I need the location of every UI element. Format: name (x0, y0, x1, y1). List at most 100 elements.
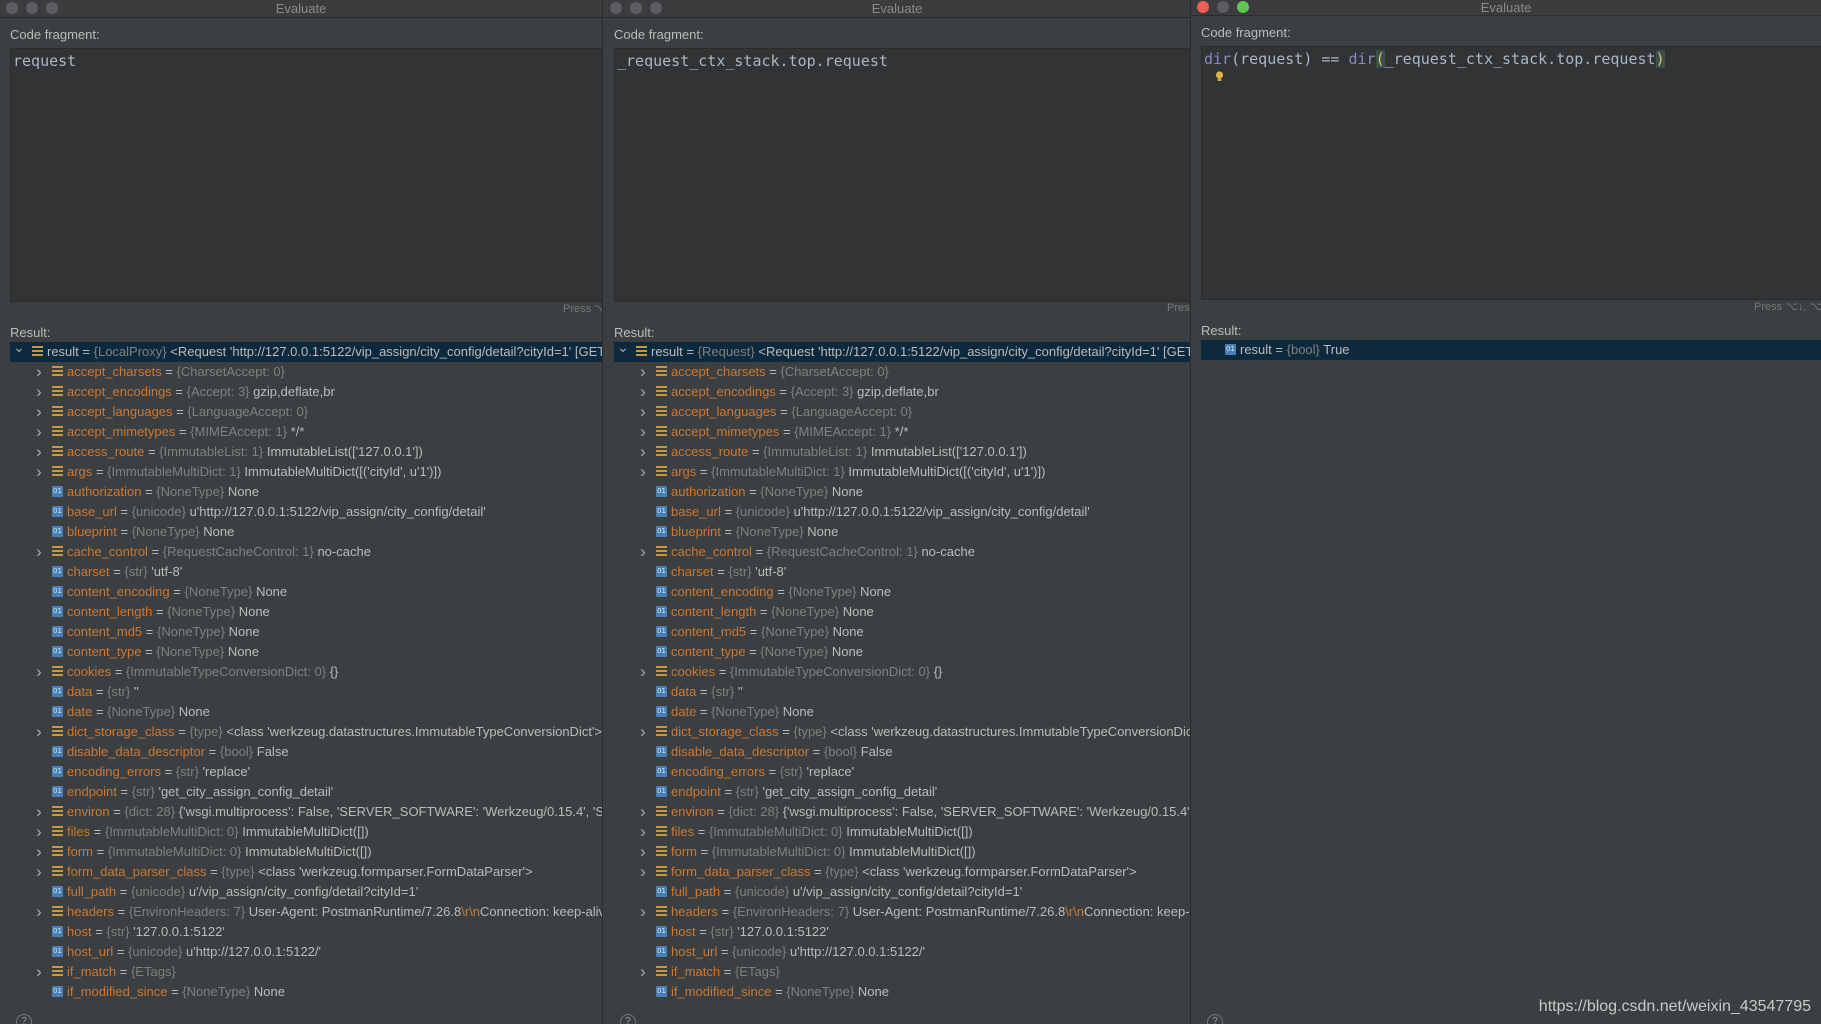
chevron-right-icon[interactable]: › (636, 862, 650, 882)
tree-row[interactable]: › form_data_parser_class = {type} <class … (10, 862, 602, 882)
chevron-right-icon[interactable]: › (32, 722, 46, 742)
chevron-right-icon[interactable]: › (32, 542, 46, 562)
tree-row[interactable]: 01 encoding_errors = {str} 'replace' (614, 762, 1190, 782)
tree-row[interactable]: 01 content_encoding = {NoneType} None (614, 582, 1190, 602)
tree-row[interactable]: 01 if_modified_since = {NoneType} None (614, 982, 1190, 1002)
tree-row[interactable]: 01 data = {str} '' (614, 682, 1190, 702)
help-icon[interactable]: ? (1207, 1014, 1223, 1024)
chevron-right-icon[interactable]: › (32, 822, 46, 842)
chevron-right-icon[interactable]: › (636, 542, 650, 562)
tree-row[interactable]: 01 host_url = {unicode} u'http://127.0.0.… (10, 942, 602, 962)
tree-row[interactable]: › headers = {EnvironHeaders: 7} User-Agen… (10, 902, 602, 922)
tree-row[interactable]: 01 content_length = {NoneType} None (10, 602, 602, 622)
tree-row[interactable]: › accept_languages = {LanguageAccept: 0} (10, 402, 602, 422)
chevron-right-icon[interactable]: › (636, 462, 650, 482)
tree-row[interactable]: › accept_charsets = {CharsetAccept: 0} (614, 362, 1190, 382)
tree-row[interactable]: › accept_encodings = {Accept: 3} gzip,def… (10, 382, 602, 402)
tree-row[interactable]: 01 content_md5 = {NoneType} None (10, 622, 602, 642)
tree-row[interactable]: › files = {ImmutableMultiDict: 0} Immutab… (10, 822, 602, 842)
result-tree[interactable]: ⌄ result = {LocalProxy} <Request 'http://… (10, 342, 602, 1002)
result-root-row[interactable]: ⌄ result = {Request} <Request 'http://127… (614, 342, 1190, 362)
tree-row[interactable]: › accept_mimetypes = {MIMEAccept: 1} */* (614, 422, 1190, 442)
tree-row[interactable]: 01 endpoint = {str} 'get_city_assign_conf… (10, 782, 602, 802)
tree-row[interactable]: 01 blueprint = {NoneType} None (10, 522, 602, 542)
tree-row[interactable]: 01 content_type = {NoneType} None (10, 642, 602, 662)
tree-row[interactable]: › access_route = {ImmutableList: 1} Immut… (614, 442, 1190, 462)
tree-row[interactable]: › dict_storage_class = {type} <class 'wer… (614, 722, 1190, 742)
tree-row[interactable]: 01 blueprint = {NoneType} None (614, 522, 1190, 542)
code-editor[interactable]: request (10, 48, 602, 302)
chevron-down-icon[interactable]: ⌄ (12, 342, 26, 357)
code-editor[interactable]: _request_ctx_stack.top.request (614, 48, 1190, 302)
tree-row[interactable]: 01 charset = {str} 'utf-8' (10, 562, 602, 582)
tree-row[interactable]: 01 full_path = {unicode} u'/vip_assign/ci… (10, 882, 602, 902)
chevron-right-icon[interactable]: › (32, 862, 46, 882)
tree-row[interactable]: 01 base_url = {unicode} u'http://127.0.0.… (10, 502, 602, 522)
tree-row[interactable]: 01 content_md5 = {NoneType} None (614, 622, 1190, 642)
chevron-right-icon[interactable]: › (636, 422, 650, 442)
tree-row[interactable]: › if_match = {ETags} (10, 962, 602, 982)
tree-row[interactable]: 01 encoding_errors = {str} 'replace' (10, 762, 602, 782)
tree-row[interactable]: 01 disable_data_descriptor = {bool} False (10, 742, 602, 762)
tree-row[interactable]: › environ = {dict: 28} {'wsgi.multiproces… (10, 802, 602, 822)
result-tree[interactable]: ⌄ result = {Request} <Request 'http://127… (614, 342, 1190, 1002)
chevron-right-icon[interactable]: › (32, 402, 46, 422)
chevron-right-icon[interactable]: › (32, 802, 46, 822)
result-root-row[interactable]: 01 result = {bool} True (1201, 340, 1821, 360)
tree-row[interactable]: › accept_encodings = {Accept: 3} gzip,def… (614, 382, 1190, 402)
tree-row[interactable]: 01 host = {str} '127.0.0.1:5122' (614, 922, 1190, 942)
tree-row[interactable]: › cache_control = {RequestCacheControl: 1… (10, 542, 602, 562)
tree-row[interactable]: › access_route = {ImmutableList: 1} Immut… (10, 442, 602, 462)
chevron-right-icon[interactable]: › (32, 422, 46, 442)
chevron-right-icon[interactable]: › (636, 722, 650, 742)
chevron-right-icon[interactable]: › (32, 962, 46, 982)
tree-row[interactable]: 01 content_length = {NoneType} None (614, 602, 1190, 622)
tree-row[interactable]: › cache_control = {RequestCacheControl: 1… (614, 542, 1190, 562)
chevron-down-icon[interactable]: ⌄ (616, 342, 630, 357)
tree-row[interactable]: 01 full_path = {unicode} u'/vip_assign/ci… (614, 882, 1190, 902)
chevron-right-icon[interactable]: › (32, 842, 46, 862)
tree-row[interactable]: 01 content_type = {NoneType} None (614, 642, 1190, 662)
tree-row[interactable]: › form = {ImmutableMultiDict: 0} Immutabl… (614, 842, 1190, 862)
tree-row[interactable]: 01 date = {NoneType} None (10, 702, 602, 722)
chevron-right-icon[interactable]: › (32, 462, 46, 482)
tree-row[interactable]: › args = {ImmutableMultiDict: 1} Immutabl… (614, 462, 1190, 482)
tree-row[interactable]: 01 charset = {str} 'utf-8' (614, 562, 1190, 582)
chevron-right-icon[interactable]: › (636, 902, 650, 922)
lightbulb-icon[interactable] (1215, 71, 1224, 82)
tree-row[interactable]: 01 date = {NoneType} None (614, 702, 1190, 722)
tree-row[interactable]: 01 authorization = {NoneType} None (614, 482, 1190, 502)
tree-row[interactable]: 01 data = {str} '' (10, 682, 602, 702)
chevron-right-icon[interactable]: › (636, 402, 650, 422)
tree-row[interactable]: › cookies = {ImmutableTypeConversionDict:… (614, 662, 1190, 682)
chevron-right-icon[interactable]: › (32, 442, 46, 462)
tree-row[interactable]: 01 base_url = {unicode} u'http://127.0.0.… (614, 502, 1190, 522)
tree-row[interactable]: › form_data_parser_class = {type} <class … (614, 862, 1190, 882)
tree-row[interactable]: 01 host_url = {unicode} u'http://127.0.0.… (614, 942, 1190, 962)
tree-row[interactable]: › form = {ImmutableMultiDict: 0} Immutabl… (10, 842, 602, 862)
result-tree[interactable]: 01 result = {bool} True (1201, 340, 1821, 1002)
chevron-right-icon[interactable]: › (636, 442, 650, 462)
tree-row[interactable]: › headers = {EnvironHeaders: 7} User-Agen… (614, 902, 1190, 922)
help-icon[interactable]: ? (620, 1014, 636, 1024)
help-icon[interactable]: ? (16, 1014, 32, 1024)
chevron-right-icon[interactable]: › (32, 362, 46, 382)
tree-row[interactable]: 01 authorization = {NoneType} None (10, 482, 602, 502)
chevron-right-icon[interactable]: › (32, 902, 46, 922)
tree-row[interactable]: › accept_languages = {LanguageAccept: 0} (614, 402, 1190, 422)
chevron-right-icon[interactable]: › (636, 662, 650, 682)
code-text[interactable]: _request_ctx_stack.top.request (617, 52, 888, 70)
tree-row[interactable]: 01 endpoint = {str} 'get_city_assign_conf… (614, 782, 1190, 802)
chevron-right-icon[interactable]: › (32, 382, 46, 402)
chevron-right-icon[interactable]: › (636, 822, 650, 842)
chevron-right-icon[interactable]: › (636, 362, 650, 382)
chevron-right-icon[interactable]: › (32, 662, 46, 682)
tree-row[interactable]: › cookies = {ImmutableTypeConversionDict:… (10, 662, 602, 682)
tree-row[interactable]: › environ = {dict: 28} {'wsgi.multiproces… (614, 802, 1190, 822)
tree-row[interactable]: 01 content_encoding = {NoneType} None (10, 582, 602, 602)
tree-row[interactable]: › dict_storage_class = {type} <class 'wer… (10, 722, 602, 742)
code-editor[interactable]: dir(request) == dir(_request_ctx_stack.t… (1201, 46, 1821, 300)
chevron-right-icon[interactable]: › (636, 382, 650, 402)
code-text[interactable]: request (13, 52, 76, 70)
chevron-right-icon[interactable]: › (636, 842, 650, 862)
